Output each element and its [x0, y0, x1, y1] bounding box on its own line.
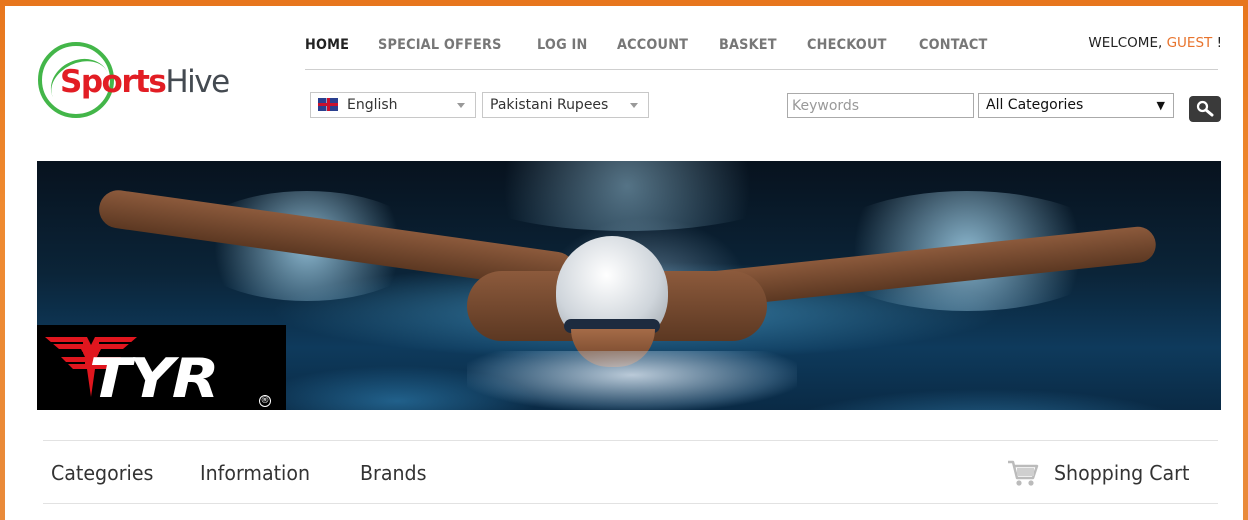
- nav-categories[interactable]: Categories: [51, 461, 153, 485]
- chevron-down-icon: [457, 103, 465, 108]
- currency-selected: Pakistani Rupees: [490, 97, 609, 113]
- shopping-cart-icon[interactable]: [1007, 459, 1039, 487]
- nav-basket[interactable]: BASKET: [719, 37, 777, 53]
- currency-select[interactable]: Pakistani Rupees: [482, 92, 649, 118]
- chevron-down-icon: [630, 103, 638, 108]
- nav-shopping-cart[interactable]: Shopping Cart: [1054, 461, 1189, 485]
- nav-contact[interactable]: CONTACT: [919, 37, 987, 53]
- nav-account[interactable]: ACCOUNT: [617, 37, 688, 53]
- welcome-suffix: !: [1216, 35, 1222, 51]
- water-foam: [467, 351, 797, 410]
- nav-log-in[interactable]: LOG IN: [537, 37, 587, 53]
- tyr-wordmark: TYR: [89, 347, 220, 410]
- sportshive-logo[interactable]: SportsHive: [38, 40, 258, 126]
- hero-banner[interactable]: TYR ®: [37, 161, 1221, 410]
- top-navigation: HOME SPECIAL OFFERS LOG IN ACCOUNT BASKE…: [305, 37, 1018, 53]
- category-navigation: Categories Information Brands Shopping C…: [43, 440, 1218, 504]
- logo-wordmark: SportsHive: [60, 64, 230, 100]
- nav-divider: [305, 69, 1218, 70]
- registered-mark: ®: [259, 395, 271, 407]
- nav-checkout[interactable]: CHECKOUT: [807, 37, 887, 53]
- water-splash: [457, 161, 797, 231]
- language-select[interactable]: English: [310, 92, 476, 118]
- category-select[interactable]: All Categories ▼: [978, 93, 1174, 118]
- welcome-user: GUEST: [1166, 35, 1213, 51]
- uk-flag-icon: [318, 98, 338, 111]
- keywords-input[interactable]: [787, 93, 974, 118]
- welcome-message: WELCOME, GUEST !: [1088, 35, 1222, 51]
- category-selected: All Categories: [986, 97, 1084, 113]
- welcome-prefix: WELCOME,: [1088, 35, 1163, 51]
- language-selected: English: [347, 97, 398, 113]
- search-button[interactable]: [1189, 96, 1221, 122]
- nav-special-offers[interactable]: SPECIAL OFFERS: [378, 37, 502, 53]
- nav-brands[interactable]: Brands: [360, 461, 427, 485]
- nav-home[interactable]: HOME: [305, 37, 349, 53]
- magnifier-icon: [1196, 100, 1214, 117]
- nav-information[interactable]: Information: [200, 461, 310, 485]
- tyr-brand-logo: TYR ®: [37, 325, 286, 410]
- triangle-down-icon: ▼: [1156, 99, 1165, 112]
